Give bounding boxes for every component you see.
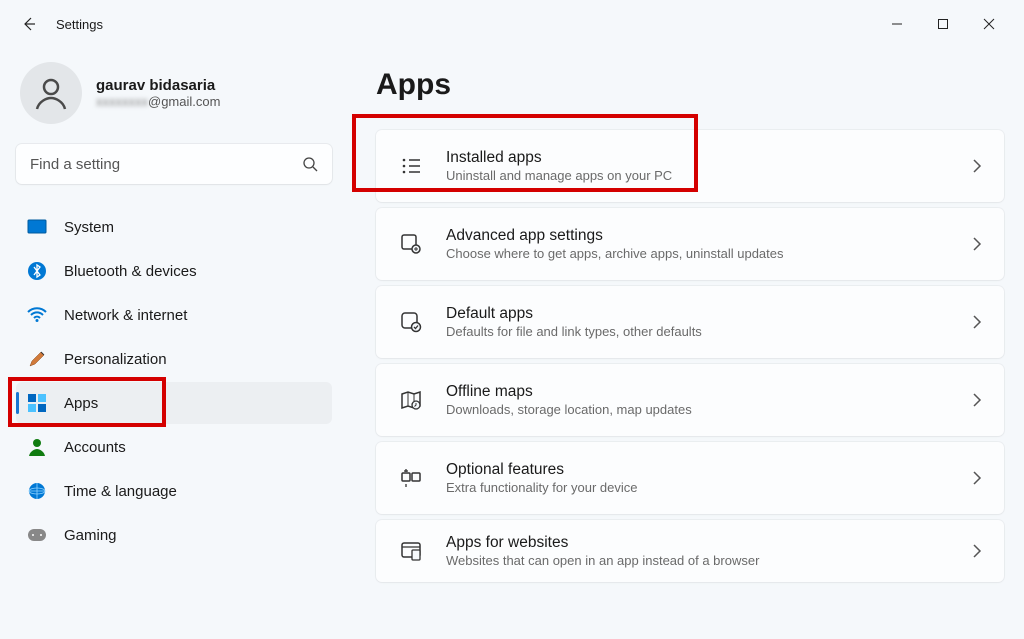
sidebar-item-label: Gaming [64,527,117,544]
default-apps-icon [398,309,424,335]
installed-apps-icon [398,153,424,179]
chevron-right-icon [972,159,982,173]
chevron-right-icon [972,393,982,407]
minimize-button[interactable] [874,8,920,40]
optional-features-icon [398,465,424,491]
chevron-right-icon [972,471,982,485]
sidebar-item-label: Network & internet [64,307,187,324]
sidebar-item-label: Apps [64,395,98,412]
sidebar-item-label: Personalization [64,351,167,368]
page-title: Apps [376,68,1004,102]
title-bar: Settings [0,0,1024,48]
maps-icon [398,387,424,413]
close-icon [983,18,995,30]
account-icon [26,436,48,458]
card-subtitle: Uninstall and manage apps on your PC [446,168,950,183]
sidebar-item-gaming[interactable]: Gaming [16,514,332,556]
search-box[interactable] [16,144,332,184]
sidebar-item-system[interactable]: System [16,206,332,248]
card-apps-for-websites[interactable]: Apps for websitesWebsites that can open … [376,520,1004,582]
sidebar-item-bluetooth[interactable]: Bluetooth & devices [16,250,332,292]
sidebar-item-label: System [64,219,114,236]
profile-block[interactable]: gaurav bidasaria xxxxxxxx@gmail.com [16,62,332,124]
window-title: Settings [56,17,103,32]
wifi-icon [26,304,48,326]
websites-icon [398,538,424,564]
system-icon [26,216,48,238]
sidebar-item-label: Time & language [64,483,177,500]
card-title: Installed apps [446,149,950,167]
card-title: Optional features [446,461,950,479]
sidebar-item-label: Bluetooth & devices [64,263,197,280]
card-advanced-app-settings[interactable]: Advanced app settingsChoose where to get… [376,208,1004,280]
sidebar-item-accounts[interactable]: Accounts [16,426,332,468]
maximize-button[interactable] [920,8,966,40]
minimize-icon [891,18,903,30]
card-title: Advanced app settings [446,227,950,245]
card-offline-maps[interactable]: Offline mapsDownloads, storage location,… [376,364,1004,436]
sidebar-item-personalization[interactable]: Personalization [16,338,332,380]
card-subtitle: Websites that can open in an app instead… [446,553,950,568]
sidebar-item-time[interactable]: Time & language [16,470,332,512]
back-arrow-icon [21,16,37,32]
chevron-right-icon [972,237,982,251]
globe-icon [26,480,48,502]
card-title: Apps for websites [446,534,950,552]
card-title: Offline maps [446,383,950,401]
sidebar-item-network[interactable]: Network & internet [16,294,332,336]
search-input[interactable] [16,144,332,184]
main-pane: Apps Installed appsUninstall and manage … [356,48,1008,639]
card-default-apps[interactable]: Default appsDefaults for file and link t… [376,286,1004,358]
maximize-icon [937,18,949,30]
apps-icon [26,392,48,414]
gaming-icon [26,524,48,546]
advanced-settings-icon [398,231,424,257]
card-subtitle: Choose where to get apps, archive apps, … [446,246,950,261]
search-icon [302,156,318,172]
chevron-right-icon [972,315,982,329]
sidebar: gaurav bidasaria xxxxxxxx@gmail.com Syst… [16,48,356,639]
profile-email: xxxxxxxx@gmail.com [96,94,220,109]
sidebar-item-apps[interactable]: Apps [16,382,332,424]
card-installed-apps[interactable]: Installed appsUninstall and manage apps … [376,130,1004,202]
profile-name: gaurav bidasaria [96,77,220,94]
card-subtitle: Downloads, storage location, map updates [446,402,950,417]
nav-list: System Bluetooth & devices Network & int… [16,206,332,556]
avatar [20,62,82,124]
bluetooth-icon [26,260,48,282]
card-optional-features[interactable]: Optional featuresExtra functionality for… [376,442,1004,514]
back-button[interactable] [12,7,46,41]
close-button[interactable] [966,8,1012,40]
brush-icon [26,348,48,370]
card-subtitle: Extra functionality for your device [446,480,950,495]
cards-list: Installed appsUninstall and manage apps … [376,130,1004,582]
card-subtitle: Defaults for file and link types, other … [446,324,950,339]
sidebar-item-label: Accounts [64,439,126,456]
chevron-right-icon [972,544,982,558]
card-title: Default apps [446,305,950,323]
person-icon [31,73,71,113]
window-controls [874,8,1012,40]
